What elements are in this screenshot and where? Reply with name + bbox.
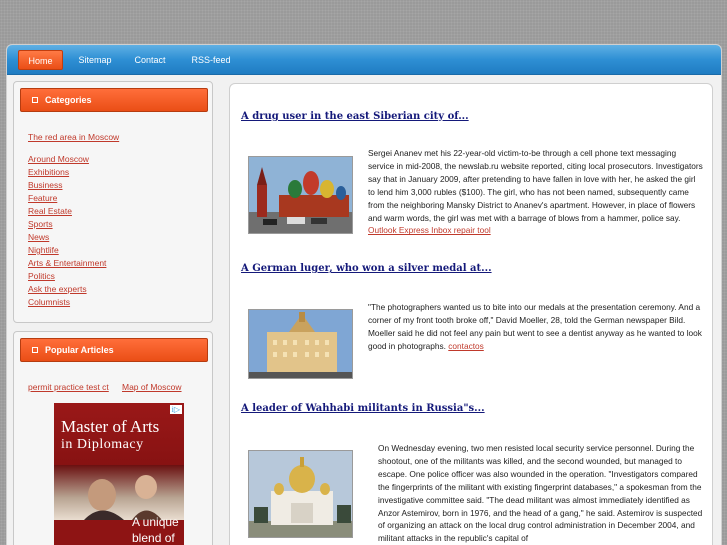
categories-header: Categories [20,88,208,112]
category-link[interactable]: Exhibitions [28,167,69,177]
category-link[interactable]: Business [28,180,63,190]
category-link[interactable]: Columnists [28,297,70,307]
ad-body-line1: A unique [132,515,179,529]
ad-info-icon[interactable]: i▷ [169,405,182,414]
page-container: Home Sitemap Contact RSS-feed Categories… [6,44,722,545]
categories-box: Categories The red area in Moscow Around… [13,81,213,323]
categories-title: Categories [45,95,92,105]
bullet-square-icon [32,97,38,103]
article-image-cathedral [248,450,353,538]
article-title[interactable]: A drug user in the east Siberian city of… [241,111,469,122]
category-link[interactable]: Ask the experts [28,284,87,294]
article-link-outlook-repair[interactable]: Outlook Express Inbox repair tool [368,225,491,235]
article-body: Sergei Ananev met his 22-year-old victim… [368,147,703,237]
article-title[interactable]: A German luger, who won a silver medal a… [241,263,492,274]
advertisement-banner[interactable]: Master of Arts in Diplomacy A unique ble… [54,403,184,545]
article-body: On Wednesday evening, two men resisted l… [378,442,706,545]
category-link[interactable]: News [28,232,49,242]
ad-headline-line1: Master of Arts [61,417,160,436]
article-text: Sergei Ananev met his 22-year-old victim… [368,148,703,223]
article-text: On Wednesday evening, two men resisted l… [378,443,703,544]
popular-articles-header: Popular Articles [20,338,208,362]
nav-home[interactable]: Home [18,50,63,70]
nav-rss-feed[interactable]: RSS-feed [185,50,237,70]
category-link[interactable]: Real Estate [28,206,72,216]
category-link[interactable]: Feature [28,193,57,203]
article-image-hotel [248,309,353,379]
article-body: "The photographers wanted us to bite int… [368,301,703,353]
category-link[interactable]: Sports [28,219,53,229]
nav-contact[interactable]: Contact [127,50,173,70]
article-title[interactable]: A leader of Wahhabi militants in Russia"… [241,403,485,414]
ad-headline-line2: in Diplomacy [61,437,144,452]
article-image-red-square [248,156,353,234]
popular-link-permit-test[interactable]: permit practice test ct [28,382,109,392]
ad-body-line2: blend of [132,531,175,545]
popular-articles-title: Popular Articles [45,345,114,355]
ad-photo [54,465,184,520]
article-link-contactos[interactable]: contactos [448,341,484,351]
top-navbar: Home Sitemap Contact RSS-feed [7,45,721,75]
bullet-square-icon [32,347,38,353]
main-content: A drug user in the east Siberian city of… [229,83,713,545]
nav-sitemap[interactable]: Sitemap [71,50,119,70]
category-link-red-area[interactable]: The red area in Moscow [28,132,119,142]
category-link[interactable]: Politics [28,271,55,281]
category-link[interactable]: Around Moscow [28,154,89,164]
category-link[interactable]: Nightlife [28,245,59,255]
popular-link-map-of-moscow[interactable]: Map of Moscow [122,382,182,392]
category-link[interactable]: Arts & Entertainment [28,258,106,268]
article-text: "The photographers wanted us to bite int… [368,302,702,351]
